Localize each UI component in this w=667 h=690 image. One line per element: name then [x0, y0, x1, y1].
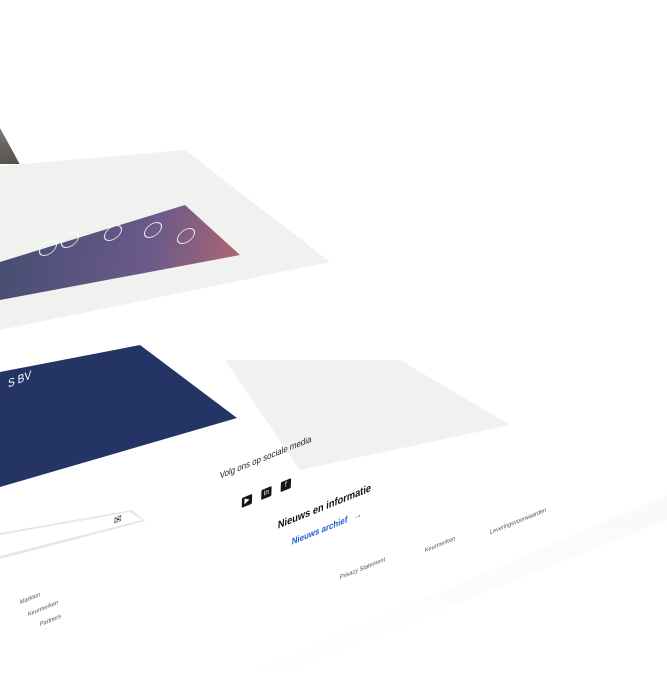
tilted-page	[0, 0, 667, 690]
